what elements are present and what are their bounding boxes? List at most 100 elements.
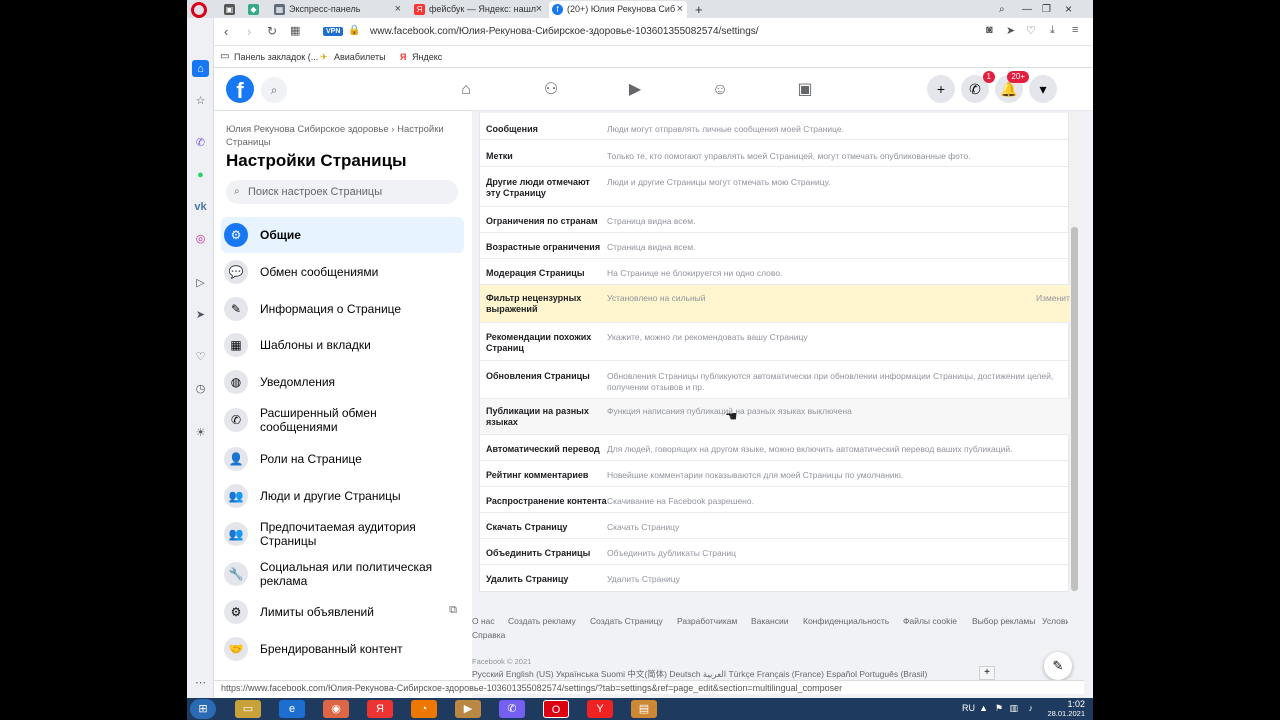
- setting-row-highlighted[interactable]: Фильтр нецензурных выражений Установлено …: [480, 285, 1070, 323]
- new-tab-button[interactable]: +: [693, 1, 709, 18]
- bookmark-yandex[interactable]: Яндекс: [412, 52, 442, 62]
- firefox-icon[interactable]: ◔: [411, 700, 437, 718]
- friends-icon[interactable]: ⚇: [540, 79, 562, 101]
- messenger-button[interactable]: ✆ 1: [961, 71, 995, 103]
- window-close-icon[interactable]: ×: [1061, 1, 1079, 18]
- setting-row[interactable]: Ограничения по странам Страница видна все…: [480, 207, 1070, 233]
- sidebar-item-ad-limits[interactable]: ⚙ Лимиты объявлений ⧉: [221, 594, 464, 630]
- lock-icon[interactable]: 🔒: [348, 25, 360, 36]
- watch-icon[interactable]: ▶: [624, 79, 646, 101]
- sidebar-item-audience[interactable]: 👥 Предпочитаемая аудитория Страницы: [221, 516, 464, 552]
- keyboard-language[interactable]: RU: [962, 703, 975, 713]
- sidebar-item-political-ads[interactable]: 🔧 Социальная или политическая реклама: [221, 556, 464, 592]
- footer-link[interactable]: Файлы cookie: [903, 616, 957, 626]
- setting-row[interactable]: Обновления Страницы Обновления Страницы п…: [480, 361, 1070, 399]
- maximize-icon[interactable]: ❐: [1039, 1, 1055, 18]
- setting-row[interactable]: Скачать Страницу Скачать Страницу: [480, 513, 1070, 539]
- scrollbar-thumb[interactable]: [1071, 227, 1078, 591]
- sidebar-item-general[interactable]: ⚙ Общие: [221, 217, 464, 253]
- breadcrumb[interactable]: Юлия Рекунова Сибирское здоровье › Настр…: [226, 123, 461, 149]
- groups-icon[interactable]: ☺: [709, 79, 731, 101]
- footer-link[interactable]: Конфиденциальность: [803, 616, 889, 626]
- bookmark-panel[interactable]: Панель закладок (...: [234, 52, 318, 62]
- edit-link[interactable]: Изменить: [1036, 293, 1070, 303]
- home-icon[interactable]: ⌂: [192, 60, 209, 77]
- close-icon[interactable]: ×: [395, 1, 401, 18]
- footer-link[interactable]: Создать рекламу: [508, 616, 576, 626]
- tabs-grid-icon[interactable]: ▦: [290, 24, 300, 37]
- sidebar-item-templates[interactable]: ▦ Шаблоны и вкладки: [221, 327, 464, 363]
- home-icon[interactable]: ⌂: [455, 79, 477, 101]
- sidebar-item-branded-content[interactable]: 🤝 Брендированный контент: [221, 631, 464, 667]
- create-button[interactable]: +: [927, 75, 955, 103]
- footer-link[interactable]: Выбор рекламы: [972, 616, 1035, 626]
- vpn-badge[interactable]: VPN: [323, 27, 344, 36]
- more-languages-button[interactable]: +: [979, 666, 995, 680]
- chrome-icon[interactable]: ◉: [323, 700, 349, 718]
- language-links[interactable]: Русский English (US) Українська Suomi 中文…: [472, 668, 927, 680]
- footer-link[interactable]: О нас: [472, 616, 495, 626]
- close-icon[interactable]: ×: [536, 1, 542, 18]
- yandex-browser-icon[interactable]: Я: [367, 700, 393, 718]
- flag-icon[interactable]: ⚑: [995, 703, 1003, 714]
- url-field[interactable]: www.facebook.com/Юлия-Рекунова-Сибирское…: [370, 26, 759, 37]
- opera-icon[interactable]: O: [543, 700, 569, 718]
- footer-link[interactable]: Справка: [472, 630, 505, 640]
- footer-link[interactable]: Разработчикам: [677, 616, 737, 626]
- back-icon[interactable]: ‹: [224, 24, 228, 39]
- tab-express-panel[interactable]: ▦ Экспресс-панель ×: [271, 1, 405, 18]
- sidebar-item-people-pages[interactable]: 👥 Люди и другие Страницы: [221, 478, 464, 514]
- clock[interactable]: 1:02 28.01.2021: [1047, 699, 1085, 718]
- setting-row-hovered[interactable]: Публикации на разных языках Функция напис…: [480, 399, 1070, 435]
- network-icon[interactable]: ▥: [1009, 703, 1018, 714]
- heart-icon[interactable]: ♡: [1026, 24, 1036, 37]
- footer-link[interactable]: Создать Страницу: [590, 616, 663, 626]
- share-icon[interactable]: ➤: [1006, 24, 1015, 37]
- opera-logo-icon[interactable]: [191, 2, 207, 18]
- setting-row[interactable]: Рекомендации похожих Страниц Укажите, мож…: [480, 323, 1070, 361]
- setting-row[interactable]: Распространение контента Скачивание на Fa…: [480, 487, 1070, 513]
- account-menu-button[interactable]: ▾: [1029, 75, 1057, 103]
- setting-row[interactable]: Рейтинг комментариев Новейшие комментарии…: [480, 461, 1070, 487]
- setting-row[interactable]: Модерация Страницы На Странице не блокиру…: [480, 259, 1070, 285]
- close-icon[interactable]: ×: [677, 1, 683, 18]
- notifications-button[interactable]: 🔔 20+: [995, 71, 1029, 103]
- gaming-icon[interactable]: ▣: [794, 79, 816, 101]
- search-tabs-icon[interactable]: ⌕: [997, 1, 1013, 18]
- new-message-button[interactable]: ✎: [1044, 652, 1072, 680]
- sidebar-item-advanced-messaging[interactable]: ✆ Расширенный обмен сообщениями: [221, 402, 464, 438]
- setting-row[interactable]: Возрастные ограничения Страница видна все…: [480, 233, 1070, 259]
- download-icon[interactable]: ⤓: [1050, 24, 1055, 37]
- vk-icon[interactable]: vk: [192, 198, 209, 215]
- start-button[interactable]: ⊞: [190, 699, 216, 719]
- setting-row[interactable]: Другие люди отмечают эту Страницу Люди и …: [480, 167, 1070, 207]
- scrollbar[interactable]: [1070, 111, 1079, 591]
- tab-facebook[interactable]: f (20+) Юлия Рекунова Сиб ×: [549, 1, 687, 18]
- footer-link[interactable]: Условия: [1042, 616, 1068, 626]
- setting-row[interactable]: Метки Только те, кто помогают управлять м…: [480, 140, 1070, 167]
- explorer-icon[interactable]: ▭: [235, 700, 261, 718]
- history-icon[interactable]: ◷: [192, 380, 209, 397]
- minimize-icon[interactable]: —: [1019, 1, 1035, 18]
- ie-icon[interactable]: e: [279, 700, 305, 718]
- setting-row[interactable]: Автоматический перевод Для людей, говорящ…: [480, 435, 1070, 461]
- external-link-icon[interactable]: ⧉: [449, 604, 457, 617]
- setting-row[interactable]: Удалить Страницу Удалить Страницу: [480, 565, 1070, 592]
- bookmarks-icon[interactable]: ☆: [192, 92, 209, 109]
- send-icon[interactable]: ➤: [192, 306, 209, 323]
- bookmark-avia[interactable]: Авиабилеты: [334, 52, 386, 62]
- forward-icon[interactable]: ›: [247, 24, 251, 39]
- camera-icon[interactable]: ◙: [986, 24, 993, 36]
- settings-search-input[interactable]: ⌕ Поиск настроек Страницы: [226, 180, 458, 204]
- menu-icon[interactable]: ≡: [1072, 24, 1078, 36]
- sidebar-item-messaging[interactable]: 💬 Обмен сообщениями: [221, 254, 464, 290]
- facebook-logo-icon[interactable]: f: [226, 75, 254, 103]
- yandex-icon[interactable]: Y: [587, 700, 613, 718]
- instagram-icon[interactable]: ◎: [192, 230, 209, 247]
- volume-icon[interactable]: ♪: [1029, 703, 1034, 713]
- heart-icon[interactable]: ♡: [192, 348, 209, 365]
- setting-row[interactable]: Объединить Страницы Объединить дубликаты …: [480, 539, 1070, 565]
- tab-pin-2[interactable]: ◆: [245, 1, 259, 18]
- tray-arrow-icon[interactable]: ▲: [979, 703, 988, 713]
- presentation-icon[interactable]: ▤: [631, 700, 657, 718]
